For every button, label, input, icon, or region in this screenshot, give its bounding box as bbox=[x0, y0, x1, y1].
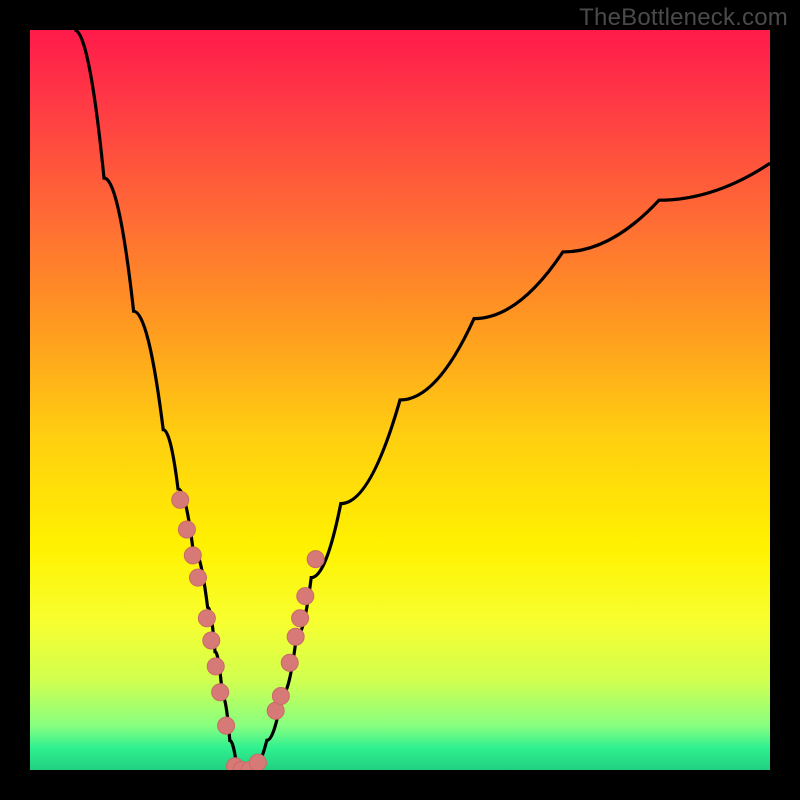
watermark-text: TheBottleneck.com bbox=[579, 4, 788, 32]
gradient-plot-area bbox=[30, 30, 770, 770]
